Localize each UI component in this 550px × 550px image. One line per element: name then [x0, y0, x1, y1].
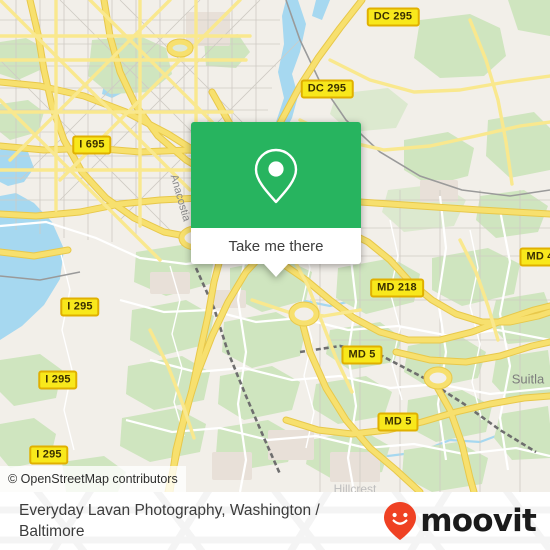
popup-marker-panel — [191, 122, 361, 228]
take-me-there-button[interactable]: Take me there — [191, 228, 361, 264]
highway-shield[interactable]: DC 295 — [300, 79, 354, 99]
highway-shield[interactable]: MD 5 — [377, 412, 419, 432]
osm-attribution-text: © OpenStreetMap contributors — [8, 472, 178, 486]
moovit-smiley-pin-icon — [384, 502, 417, 540]
moovit-map-share-card: .mw { fill:#a6d8f0; } .gr { fill:#cfe5bf… — [0, 0, 550, 550]
popup-pointer — [264, 264, 288, 277]
footer-content: Everyday Lavan Photography, Washington /… — [0, 492, 550, 550]
highway-shield[interactable]: I 295 — [60, 297, 100, 317]
map-label-hillcrest: Hillcrest — [333, 482, 377, 492]
highway-shield[interactable]: MD 4 — [519, 247, 550, 267]
moovit-wordmark: moovit — [420, 502, 537, 539]
place-title: Everyday Lavan Photography, Washington /… — [19, 502, 320, 540]
moovit-brand[interactable]: moovit — [383, 501, 537, 541]
highway-shield[interactable]: I 695 — [72, 135, 112, 155]
take-me-there-label: Take me there — [228, 237, 324, 255]
highway-shield[interactable]: DC 295 — [366, 7, 420, 27]
highway-shield[interactable]: I 295 — [38, 370, 78, 390]
footer-bar: Everyday Lavan Photography, Washington /… — [0, 492, 550, 550]
map-pin-icon — [254, 148, 298, 204]
highway-shield[interactable]: MD 5 — [341, 345, 383, 365]
location-popup-card[interactable]: Take me there — [191, 122, 361, 277]
map-label-suitland: Suitla — [511, 371, 545, 387]
osm-attribution[interactable]: © OpenStreetMap contributors — [0, 466, 186, 492]
highway-shield[interactable]: MD 218 — [370, 278, 424, 298]
highway-shield[interactable]: I 295 — [29, 445, 69, 465]
